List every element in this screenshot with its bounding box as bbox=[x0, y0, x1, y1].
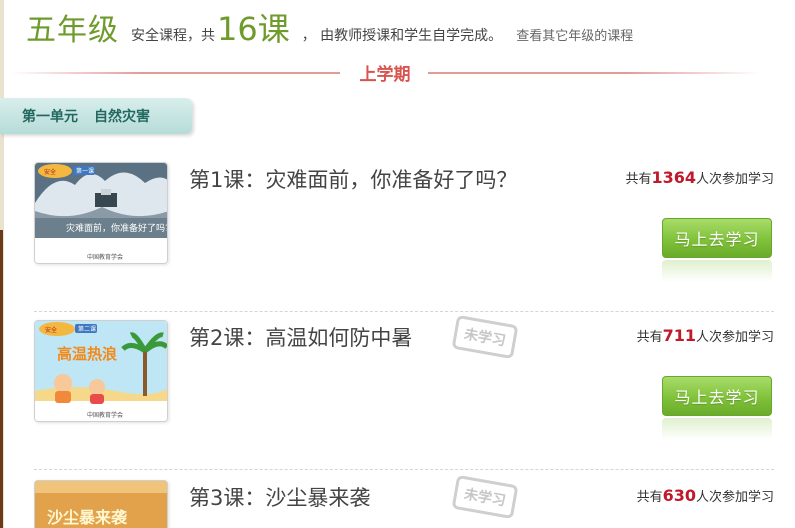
lesson-2-title[interactable]: 第2课：高温如何防中暑 bbox=[189, 322, 412, 352]
lesson-count: 16课 bbox=[217, 10, 290, 48]
divider-line-left bbox=[10, 72, 340, 74]
left-edge-strip-dark bbox=[0, 230, 3, 528]
course-intro-2: ， 由教师授课和学生自学完成。 bbox=[301, 28, 503, 44]
lesson-item-3: 沙尘暴来袭 第3课：沙尘暴来袭 未学习 共有630人次参加学习 bbox=[34, 474, 774, 528]
lesson-1-title[interactable]: 第1课：灾难面前，你准备好了吗？ bbox=[189, 164, 517, 194]
semester-divider: 上学期 bbox=[10, 58, 760, 88]
not-studied-stamp-3: 未学习 bbox=[451, 474, 519, 520]
button-reflection bbox=[662, 260, 772, 282]
lesson-item-1: 灾难面前，你准备好了吗? 安全 第一课 中国教育学会 第1课：灾难面前，你准备好… bbox=[34, 162, 774, 312]
unit-name: 自然灾害 bbox=[94, 109, 150, 125]
other-grades-link[interactable]: 查看其它年级的课程 bbox=[516, 25, 633, 44]
unit-tab[interactable]: 第一单元 自然灾害 bbox=[0, 98, 192, 134]
course-intro: 安全课程，共 bbox=[131, 28, 215, 44]
svg-text:安全: 安全 bbox=[44, 168, 56, 176]
lesson-3-thumb-caption: 沙尘暴来袭 bbox=[47, 508, 128, 527]
lesson-3-title[interactable]: 第3课：沙尘暴来袭 bbox=[189, 482, 370, 512]
lesson-2-stats: 共有711人次参加学习 bbox=[636, 326, 774, 345]
lesson-1-count: 1364 bbox=[651, 168, 696, 187]
svg-text:第二课: 第二课 bbox=[78, 325, 96, 333]
unit-label: 第一单元 bbox=[22, 109, 78, 125]
lesson-2-thumb-caption: 高温热浪 bbox=[57, 345, 117, 363]
lesson-separator bbox=[34, 311, 774, 312]
lesson-1-thumbnail[interactable]: 灾难面前，你准备好了吗? 安全 第一课 中国教育学会 bbox=[34, 162, 168, 264]
lesson-3-count: 630 bbox=[662, 486, 696, 505]
lesson-1-thumb-caption: 灾难面前，你准备好了吗? bbox=[66, 222, 168, 234]
divider-line-right bbox=[428, 72, 760, 74]
lesson-3-thumbnail[interactable]: 沙尘暴来袭 bbox=[34, 480, 168, 528]
semester-title: 上学期 bbox=[359, 65, 411, 85]
lesson-2-count: 711 bbox=[662, 326, 696, 345]
not-studied-stamp-2: 未学习 bbox=[451, 314, 519, 360]
study-now-button-1[interactable]: 马上去学习 bbox=[662, 218, 772, 258]
lesson-2-thumbnail[interactable]: 安全 第二课 高温热浪 中国教育学会 bbox=[34, 320, 168, 422]
svg-text:中国教育学会: 中国教育学会 bbox=[87, 253, 123, 261]
course-header: 五年级 安全课程，共 16课 ， 由教师授课和学生自学完成。 查看其它年级的课程 bbox=[26, 4, 633, 52]
svg-text:第一课: 第一课 bbox=[76, 167, 94, 175]
svg-text:安全: 安全 bbox=[45, 326, 57, 334]
svg-text:中国教育学会: 中国教育学会 bbox=[87, 411, 123, 419]
lesson-item-2: 安全 第二课 高温热浪 中国教育学会 第2课：高温如何防中暑 未学习 共有711… bbox=[34, 314, 774, 470]
button-reflection bbox=[662, 418, 772, 440]
study-now-button-2[interactable]: 马上去学习 bbox=[662, 376, 772, 416]
lesson-3-stats: 共有630人次参加学习 bbox=[636, 486, 774, 505]
lesson-separator bbox=[34, 469, 774, 470]
grade-title: 五年级 bbox=[26, 13, 119, 48]
lesson-1-stats: 共有1364人次参加学习 bbox=[625, 168, 774, 187]
